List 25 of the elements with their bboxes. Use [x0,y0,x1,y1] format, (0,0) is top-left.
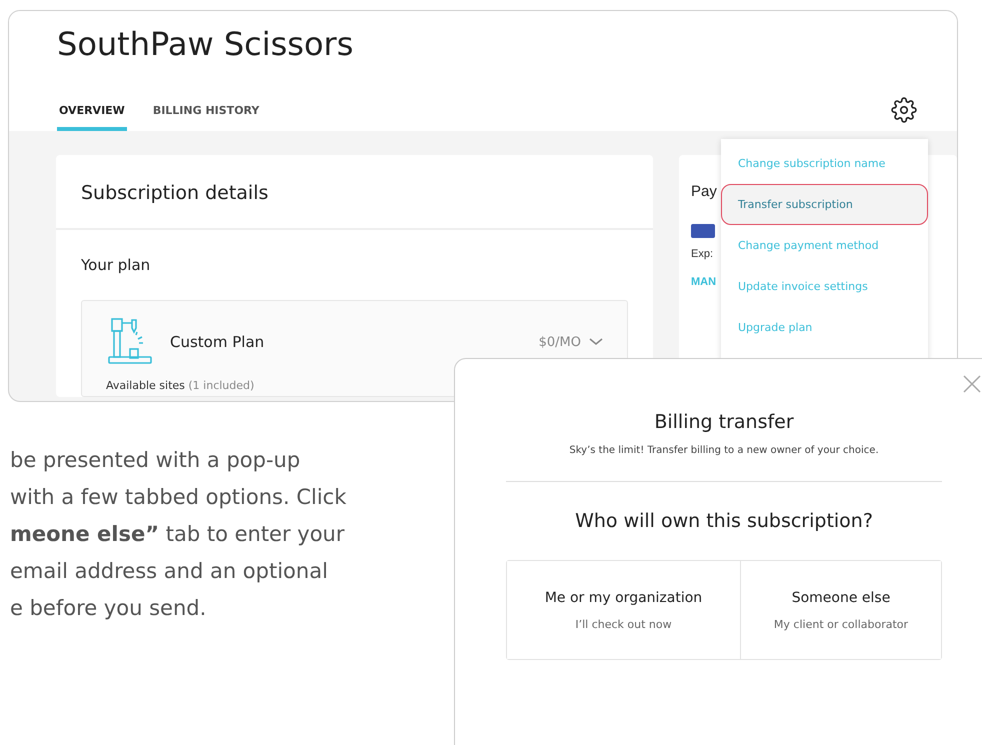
card-heading: Pay [691,183,718,200]
menu-item[interactable]: Change subscription name [721,143,928,184]
close-icon[interactable] [963,375,981,393]
tab[interactable]: BILLING HISTORY [150,104,262,131]
sites-label: Available sites (1 included) [106,379,256,392]
settings-icon[interactable] [891,97,917,123]
menu-item[interactable]: Update invoice settings [721,266,928,307]
dialog-title: Billing transfer [654,411,794,433]
dialog-subtitle: Sky’s the limit! Transfer billing to a new owner of your choice. [569,445,879,456]
menu-item[interactable]: Change payment method [721,225,928,266]
menu-item[interactable]: Transfer subscription [721,184,928,225]
machine-icon [106,317,154,367]
chevron-down-icon[interactable] [589,338,603,346]
instruction-paragraph: be presented with a pop-up with a few tabbed options. Click meone else” tab to enter your email address and an optional e before you send. [10,447,346,622]
page-title: SouthPaw Scissors [57,25,354,63]
section-heading: Your plan [81,256,152,274]
card-heading: Subscription details [81,182,270,204]
tab[interactable]: OVERVIEW [57,104,127,131]
dialog-question: Who will own this subscription? [575,510,873,532]
plan-price: $0/MO [538,334,581,350]
credit-card-icon [691,224,715,238]
menu-item[interactable]: Upgrade plan [721,307,928,348]
owner-option[interactable]: Someone else My client or collaborator [740,561,941,659]
expiry-label: Exp: [691,248,714,260]
plan-name: Custom Plan [170,333,264,351]
